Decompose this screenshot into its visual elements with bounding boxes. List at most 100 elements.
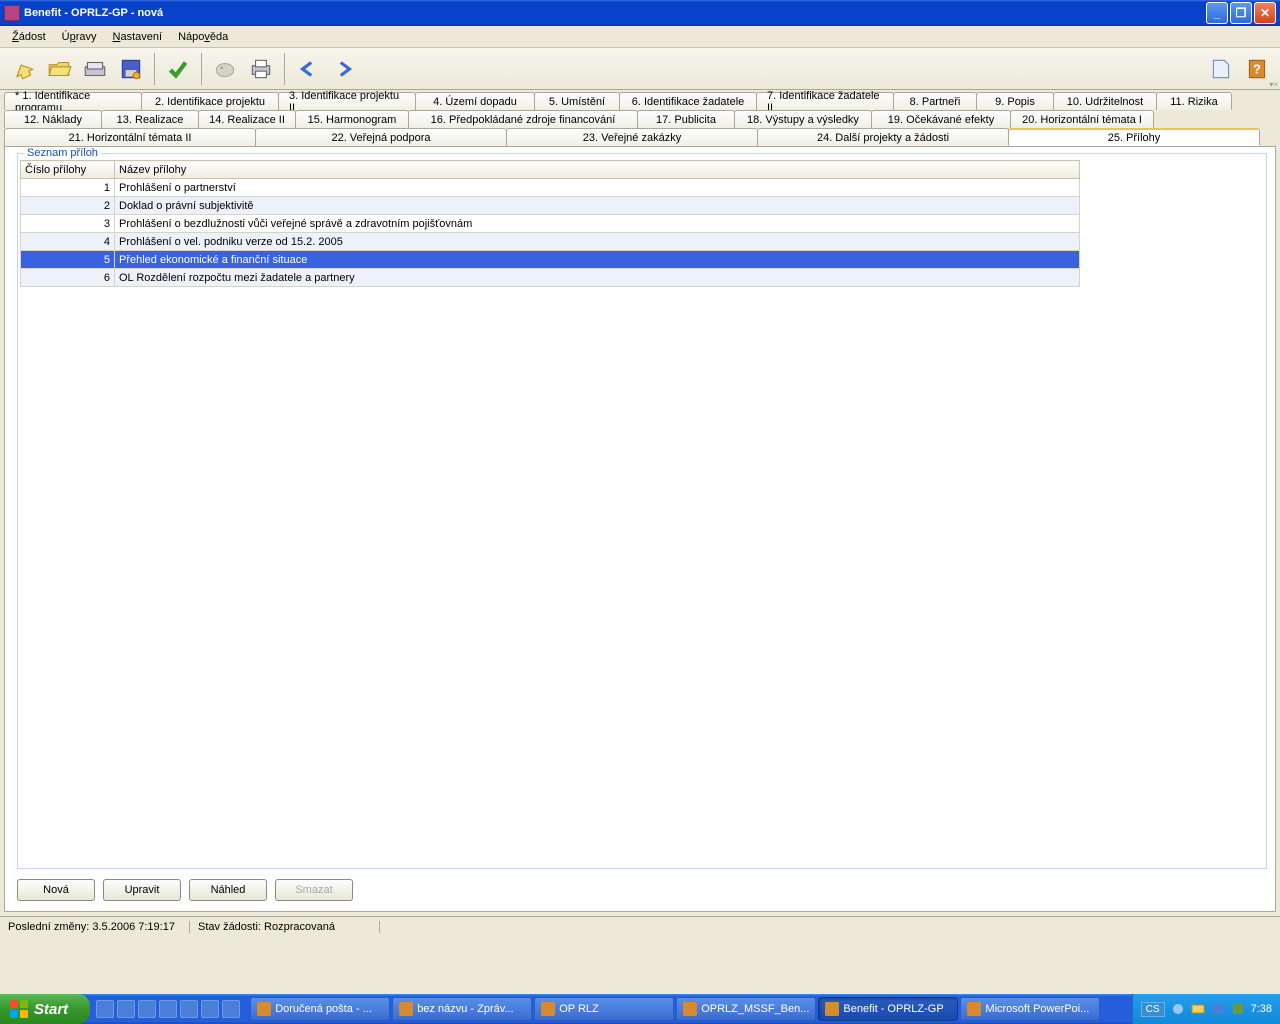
tab[interactable]: 3. Identifikace projektu II: [278, 92, 416, 110]
statusbar: Poslední změny: 3.5.2006 7:19:17 Stav žá…: [0, 916, 1280, 936]
taskbar-task[interactable]: OPRLZ_MSSF_Ben...: [676, 997, 816, 1021]
col-name[interactable]: Název přílohy: [115, 161, 1080, 179]
tab[interactable]: 16. Předpokládané zdroje financování: [408, 110, 638, 128]
menu-upravy[interactable]: Úpravy: [54, 29, 105, 45]
cell-num: 4: [21, 233, 115, 251]
ql-icon[interactable]: [159, 1000, 177, 1018]
content-panel: Seznam příloh Číslo přílohy Název příloh…: [4, 146, 1276, 912]
menu-nastaveni[interactable]: Nastavení: [105, 29, 171, 45]
tab[interactable]: 22. Veřejná podpora: [255, 128, 507, 146]
language-indicator[interactable]: CS: [1141, 1002, 1165, 1017]
task-label: OPRLZ_MSSF_Ben...: [701, 1003, 809, 1015]
menubar: Žádost Úpravy Nastavení Nápověda: [0, 26, 1280, 48]
tab[interactable]: 17. Publicita: [637, 110, 735, 128]
svg-text:?: ?: [1253, 61, 1261, 76]
cell-num: 5: [21, 251, 115, 269]
tab[interactable]: 6. Identifikace žadatele: [619, 92, 757, 110]
ql-icon[interactable]: [180, 1000, 198, 1018]
task-icon: [683, 1002, 697, 1016]
cell-name: OL Rozdělení rozpočtu mezi žadatele a pa…: [115, 269, 1080, 287]
nahled-button[interactable]: Náhled: [189, 879, 267, 901]
tab[interactable]: 20. Horizontální témata I: [1010, 110, 1154, 128]
task-label: bez názvu - Zpráv...: [417, 1003, 513, 1015]
table-row[interactable]: 2Doklad o právní subjektivitě: [21, 197, 1080, 215]
open-button[interactable]: [42, 52, 76, 86]
tab[interactable]: 24. Další projekty a žádosti: [757, 128, 1009, 146]
tab[interactable]: 2. Identifikace projektu: [141, 92, 279, 110]
attachments-table[interactable]: Číslo přílohy Název přílohy 1Prohlášení …: [20, 160, 1080, 287]
doc-help-button[interactable]: [1204, 52, 1238, 86]
taskbar-task[interactable]: bez názvu - Zpráv...: [392, 997, 532, 1021]
tray-icon[interactable]: [1211, 1002, 1225, 1016]
titlebar: Benefit - OPRLZ-GP - nová _ ❐ ✕: [0, 0, 1280, 26]
tabs: * 1. Identifikace programu2. Identifikac…: [0, 90, 1280, 146]
tab[interactable]: 25. Přílohy: [1008, 128, 1260, 146]
taskbar-tasks: Doručená pošta - ... bez názvu - Zpráv...…: [246, 994, 1131, 1024]
smazat-button: Smazat: [275, 879, 353, 901]
print-button[interactable]: [244, 52, 278, 86]
table-row[interactable]: 4Prohlášení o vel. podniku verze od 15.2…: [21, 233, 1080, 251]
tab[interactable]: 9. Popis: [976, 92, 1054, 110]
ql-icon[interactable]: [138, 1000, 156, 1018]
tab[interactable]: * 1. Identifikace programu: [4, 92, 142, 110]
tab[interactable]: 12. Náklady: [4, 110, 102, 128]
ql-icon[interactable]: [117, 1000, 135, 1018]
tab[interactable]: 7. Identifikace žadatele II: [756, 92, 894, 110]
scanner-button[interactable]: [78, 52, 112, 86]
tab[interactable]: 14. Realizace II: [198, 110, 296, 128]
table-row[interactable]: 6OL Rozdělení rozpočtu mezi žadatele a p…: [21, 269, 1080, 287]
forward-button[interactable]: [327, 52, 361, 86]
groupbox-prilohy: Seznam příloh Číslo přílohy Název příloh…: [17, 153, 1267, 869]
bottom-buttons: Nová Upravit Náhled Smazat: [17, 879, 353, 901]
ql-icon[interactable]: [96, 1000, 114, 1018]
tray-icon[interactable]: [1171, 1002, 1185, 1016]
taskbar-task[interactable]: OP RLZ: [534, 997, 674, 1021]
table-row[interactable]: 1Prohlášení o partnerství: [21, 179, 1080, 197]
menu-napoveda[interactable]: Nápověda: [170, 29, 236, 45]
taskbar-task[interactable]: Doručená pošta - ...: [250, 997, 390, 1021]
tray-mail-icon[interactable]: [1191, 1002, 1205, 1016]
cell-num: 6: [21, 269, 115, 287]
menu-zadost[interactable]: Žádost: [4, 29, 54, 45]
tab[interactable]: 19. Očekávané efekty: [871, 110, 1011, 128]
tab[interactable]: 11. Rizika: [1156, 92, 1232, 110]
toolbar-separator: [201, 53, 202, 85]
save-disk-button[interactable]: [114, 52, 148, 86]
tab[interactable]: 15. Harmonogram: [295, 110, 409, 128]
task-label: Microsoft PowerPoi...: [985, 1003, 1089, 1015]
tab[interactable]: 21. Horizontální témata II: [4, 128, 256, 146]
window-title: Benefit - OPRLZ-GP - nová: [24, 7, 1206, 19]
task-icon: [825, 1002, 839, 1016]
table-scroll[interactable]: Číslo přílohy Název přílohy 1Prohlášení …: [20, 160, 1264, 866]
tab[interactable]: 8. Partneři: [893, 92, 977, 110]
tab[interactable]: 5. Umístění: [534, 92, 620, 110]
back-button[interactable]: [291, 52, 325, 86]
minimize-button[interactable]: _: [1206, 2, 1228, 24]
maximize-button[interactable]: ❐: [1230, 2, 1252, 24]
cell-name: Prohlášení o bezdlužnosti vůči veřejné s…: [115, 215, 1080, 233]
cell-name: Doklad o právní subjektivitě: [115, 197, 1080, 215]
tab[interactable]: 4. Území dopadu: [415, 92, 535, 110]
upravit-button[interactable]: Upravit: [103, 879, 181, 901]
taskbar-task[interactable]: Microsoft PowerPoi...: [960, 997, 1100, 1021]
table-row[interactable]: 5Přehled ekonomické a finanční situace: [21, 251, 1080, 269]
cell-name: Prohlášení o vel. podniku verze od 15.2.…: [115, 233, 1080, 251]
close-button[interactable]: ✕: [1254, 2, 1276, 24]
check-button[interactable]: [161, 52, 195, 86]
piggy-button[interactable]: [208, 52, 242, 86]
table-row[interactable]: 3Prohlášení o bezdlužnosti vůči veřejné …: [21, 215, 1080, 233]
tab[interactable]: 10. Udržitelnost: [1053, 92, 1157, 110]
ql-icon[interactable]: [201, 1000, 219, 1018]
tab[interactable]: 23. Veřejné zakázky: [506, 128, 758, 146]
start-button[interactable]: Start: [0, 994, 90, 1024]
tray-icon[interactable]: [1231, 1002, 1245, 1016]
tab[interactable]: 18. Výstupy a výsledky: [734, 110, 872, 128]
cell-name: Prohlášení o partnerství: [115, 179, 1080, 197]
tab[interactable]: 13. Realizace: [101, 110, 199, 128]
taskbar-task[interactable]: Benefit - OPRLZ-GP: [818, 997, 958, 1021]
clock[interactable]: 7:38: [1251, 1003, 1272, 1015]
new-button[interactable]: [6, 52, 40, 86]
nova-button[interactable]: Nová: [17, 879, 95, 901]
ql-icon[interactable]: [222, 1000, 240, 1018]
col-number[interactable]: Číslo přílohy: [21, 161, 115, 179]
